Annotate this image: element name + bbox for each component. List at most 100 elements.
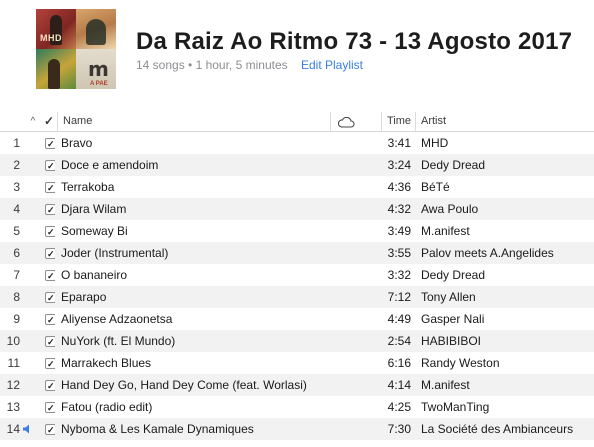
checkbox-box: ✓	[45, 314, 55, 325]
table-row[interactable]: 9 ✓ Aliyense Adzaonetsa 4:49 Gasper Nali	[0, 308, 594, 330]
artwork-caption: A PAE	[90, 81, 108, 87]
track-artist: Awa Poulo	[421, 202, 479, 216]
column-time[interactable]: Time	[381, 112, 419, 131]
track-artist: HABIBIBOI	[421, 334, 482, 348]
track-number: 3	[13, 180, 20, 194]
track-checkbox[interactable]: ✓	[45, 396, 55, 418]
track-number: 13	[6, 400, 20, 414]
track-name: Marrakech Blues	[61, 356, 152, 370]
track-checkbox[interactable]: ✓	[45, 198, 55, 220]
track-checkbox[interactable]: ✓	[45, 352, 55, 374]
now-playing-speaker-icon	[22, 418, 34, 440]
track-checkbox[interactable]: ✓	[45, 330, 55, 352]
track-artist: BéTé	[421, 180, 450, 194]
table-row[interactable]: 2 ✓ Doce e amendoim 3:24 Dedy Dread	[0, 154, 594, 176]
track-name: Joder (Instrumental)	[61, 246, 169, 260]
table-row[interactable]: 6 ✓ Joder (Instrumental) 3:55 Palov meets A.…	[0, 242, 594, 264]
track-checkbox[interactable]: ✓	[45, 242, 55, 264]
track-checkbox[interactable]: ✓	[45, 154, 55, 176]
track-checkbox[interactable]: ✓	[45, 374, 55, 396]
table-row[interactable]: 11 ✓ Marrakech Blues 6:16 Randy Weston	[0, 352, 594, 374]
checkmark-icon: ✓	[47, 315, 55, 325]
track-time: 3:55	[387, 246, 411, 260]
track-artist: Palov meets A.Angelides	[421, 246, 554, 260]
playlist-meta: 14 songs • 1 hour, 5 minutes	[136, 58, 288, 72]
artwork-label: MHD	[40, 33, 62, 43]
cloud-icon	[337, 116, 355, 128]
table-row[interactable]: 12 ✓ Hand Dey Go, Hand Dey Come (feat. Wor…	[0, 374, 594, 396]
track-name: NuYork (ft. El Mundo)	[61, 334, 176, 348]
track-number: 12	[6, 378, 20, 392]
checkbox-box: ✓	[45, 226, 55, 237]
track-checkbox[interactable]: ✓	[45, 308, 55, 330]
track-time: 3:49	[387, 224, 411, 238]
table-row[interactable]: 7 ✓ O bananeiro 3:32 Dedy Dread	[0, 264, 594, 286]
column-name[interactable]: Name	[57, 112, 335, 131]
artwork-figure	[86, 19, 106, 45]
artwork-figure	[48, 59, 60, 89]
track-checkbox[interactable]: ✓	[45, 132, 55, 154]
track-number: 4	[13, 202, 20, 216]
checkbox-box: ✓	[45, 380, 55, 391]
track-number: 1	[13, 136, 20, 150]
track-name: Djara Wilam	[61, 202, 127, 216]
table-row[interactable]: 3 ✓ Terrakoba 4:36 BéTé	[0, 176, 594, 198]
checkbox-box: ✓	[45, 336, 55, 347]
track-name: Hand Dey Go, Hand Dey Come (feat. Worlas…	[61, 378, 307, 392]
checkmark-icon: ✓	[47, 249, 55, 259]
checkmark-icon: ✓	[47, 381, 55, 391]
track-name: Terrakoba	[61, 180, 115, 194]
checkbox-box: ✓	[45, 292, 55, 303]
track-number: 8	[13, 290, 20, 304]
track-artist: Gasper Nali	[421, 312, 485, 326]
table-row[interactable]: 14 ✓ Nyboma & Les Kamale Dynamiques 7:30 La …	[0, 418, 594, 440]
checkmark-icon: ✓	[47, 425, 55, 435]
artwork-tile: m A PAE	[76, 49, 116, 89]
checkmark-icon: ✓	[47, 293, 55, 303]
checkmark-icon: ✓	[47, 205, 55, 215]
track-name: Eparapo	[61, 290, 107, 304]
track-checkbox[interactable]: ✓	[45, 220, 55, 242]
checkmark-icon: ✓	[47, 271, 55, 281]
table-row[interactable]: 4 ✓ Djara Wilam 4:32 Awa Poulo	[0, 198, 594, 220]
column-artist[interactable]: Artist	[415, 112, 594, 131]
track-artist: MHD	[421, 136, 449, 150]
playlist-subtitle: 14 songs • 1 hour, 5 minutes Edit Playli…	[136, 58, 363, 72]
artwork-tile	[76, 9, 116, 49]
checkmark-icon: ✓	[47, 183, 55, 193]
checkmark-icon: ✓	[47, 359, 55, 369]
checkbox-box: ✓	[45, 160, 55, 171]
track-artist: Randy Weston	[421, 356, 500, 370]
table-row[interactable]: 13 ✓ Fatou (radio edit) 4:25 TwoManTing	[0, 396, 594, 418]
track-time: 2:54	[387, 334, 411, 348]
track-time: 3:32	[387, 268, 411, 282]
track-checkbox[interactable]: ✓	[45, 264, 55, 286]
playlist-artwork[interactable]: MHD m A PAE	[36, 9, 116, 89]
track-checkbox[interactable]: ✓	[45, 418, 55, 440]
track-name: Bravo	[61, 136, 93, 150]
checkbox-box: ✓	[45, 182, 55, 193]
track-time: 7:30	[387, 422, 411, 436]
track-checkbox[interactable]: ✓	[45, 176, 55, 198]
playlist-title: Da Raiz Ao Ritmo 73 - 13 Agosto 2017	[136, 28, 573, 55]
track-number: 10	[6, 334, 20, 348]
sort-indicator-icon[interactable]: ^	[26, 112, 40, 131]
track-artist: Tony Allen	[421, 290, 476, 304]
track-name: Aliyense Adzaonetsa	[61, 312, 173, 326]
checkmark-icon: ✓	[47, 227, 55, 237]
track-time: 3:24	[387, 158, 411, 172]
column-check[interactable]: ✓	[43, 112, 55, 131]
track-time: 4:32	[387, 202, 411, 216]
column-cloud[interactable]	[330, 112, 386, 131]
track-rows: 1 ✓ Bravo 3:41 MHD 2 ✓ Doce e amendoim 3:24 Dedy …	[0, 132, 594, 440]
track-time: 7:12	[387, 290, 411, 304]
track-checkbox[interactable]: ✓	[45, 286, 55, 308]
edit-playlist-button[interactable]: Edit Playlist	[301, 58, 363, 72]
track-time: 4:14	[387, 378, 411, 392]
table-row[interactable]: 5 ✓ Someway Bi 3:49 M.anifest	[0, 220, 594, 242]
checkbox-box: ✓	[45, 204, 55, 215]
track-number: 5	[13, 224, 20, 238]
table-row[interactable]: 10 ✓ NuYork (ft. El Mundo) 2:54 HABIBIBOI	[0, 330, 594, 352]
table-row[interactable]: 8 ✓ Eparapo 7:12 Tony Allen	[0, 286, 594, 308]
table-row[interactable]: 1 ✓ Bravo 3:41 MHD	[0, 132, 594, 154]
